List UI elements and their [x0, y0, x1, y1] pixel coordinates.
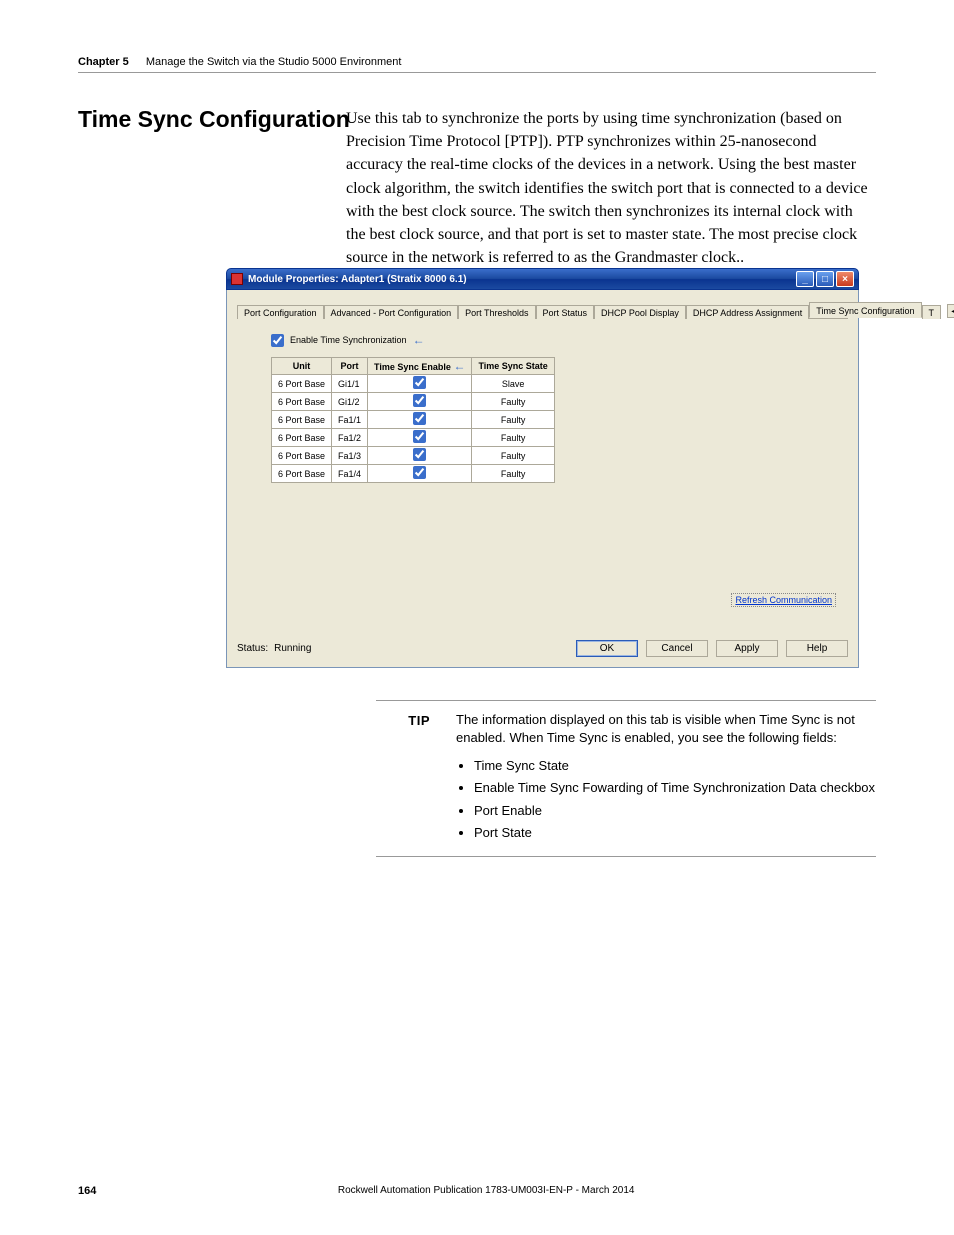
- dialog-title: Module Properties: Adapter1 (Stratix 800…: [248, 274, 796, 285]
- cell-enable: [368, 465, 472, 483]
- cell-unit: 6 Port Base: [272, 375, 332, 393]
- tab-overflow[interactable]: T: [922, 305, 942, 319]
- table-header-row: Unit Port Time Sync Enable ← Time Sync S…: [272, 358, 555, 375]
- cell-port: Gi1/1: [332, 375, 368, 393]
- tip-label: TIP: [376, 711, 430, 844]
- cell-unit: 6 Port Base: [272, 447, 332, 465]
- list-item: Enable Time Sync Fowarding of Time Synch…: [474, 777, 876, 799]
- cell-unit: 6 Port Base: [272, 429, 332, 447]
- enable-time-sync-label: Enable Time Synchronization: [290, 335, 407, 345]
- chapter-title: Manage the Switch via the Studio 5000 En…: [146, 56, 402, 68]
- tab-port-status[interactable]: Port Status: [536, 305, 595, 319]
- arrow-left-icon: ←: [413, 333, 425, 347]
- tab-scroll: ◄ ►: [947, 304, 954, 318]
- cell-unit: 6 Port Base: [272, 393, 332, 411]
- page-footer: 164 Rockwell Automation Publication 1783…: [78, 1185, 876, 1197]
- apply-button[interactable]: Apply: [716, 640, 778, 657]
- status-row: Status: Running OK Cancel Apply Help: [237, 640, 848, 657]
- enable-time-sync-checkbox[interactable]: [271, 334, 284, 347]
- table-row: 6 Port BaseFa1/4 Faulty: [272, 465, 555, 483]
- tab-scroll-left-icon[interactable]: ◄: [947, 304, 954, 318]
- time-sync-enable-checkbox[interactable]: [413, 466, 426, 479]
- app-icon: [231, 273, 243, 285]
- time-sync-enable-checkbox[interactable]: [413, 394, 426, 407]
- refresh-communication-link[interactable]: Refresh Communication: [731, 593, 836, 607]
- col-time-sync-enable: Time Sync Enable ←: [368, 358, 472, 375]
- cell-port: Fa1/3: [332, 447, 368, 465]
- cell-enable: [368, 411, 472, 429]
- tabstrip: Port Configuration Advanced - Port Confi…: [237, 298, 848, 319]
- tip-block: TIP The information displayed on this ta…: [376, 700, 876, 857]
- list-item: Port Enable: [474, 800, 876, 822]
- list-item: Port State: [474, 822, 876, 844]
- time-sync-enable-checkbox[interactable]: [413, 412, 426, 425]
- tab-dhcp-address-assignment[interactable]: DHCP Address Assignment: [686, 305, 809, 319]
- close-icon[interactable]: ×: [836, 271, 854, 287]
- cell-enable: [368, 393, 472, 411]
- table-row: 6 Port BaseGi1/1 Slave: [272, 375, 555, 393]
- table-row: 6 Port BaseFa1/3 Faulty: [272, 447, 555, 465]
- titlebar: Module Properties: Adapter1 (Stratix 800…: [226, 268, 859, 290]
- cell-state: Faulty: [472, 393, 554, 411]
- tab-port-configuration[interactable]: Port Configuration: [237, 305, 324, 319]
- time-sync-enable-checkbox[interactable]: [413, 448, 426, 461]
- section-title: Time Sync Configuration: [78, 106, 350, 133]
- arrow-left-icon: ←: [453, 359, 465, 373]
- tab-port-thresholds[interactable]: Port Thresholds: [458, 305, 535, 319]
- cell-state: Faulty: [472, 447, 554, 465]
- table-row: 6 Port BaseFa1/2 Faulty: [272, 429, 555, 447]
- table-row: 6 Port BaseGi1/2 Faulty: [272, 393, 555, 411]
- maximize-icon[interactable]: □: [816, 271, 834, 287]
- list-item: Time Sync State: [474, 755, 876, 777]
- cell-state: Faulty: [472, 465, 554, 483]
- col-unit: Unit: [272, 358, 332, 375]
- table-row: 6 Port BaseFa1/1 Faulty: [272, 411, 555, 429]
- enable-time-sync-row: Enable Time Synchronization ←: [271, 333, 848, 347]
- cell-enable: [368, 375, 472, 393]
- cancel-button[interactable]: Cancel: [646, 640, 708, 657]
- page-number: 164: [78, 1185, 96, 1197]
- tip-body: The information displayed on this tab is…: [456, 711, 876, 844]
- time-sync-enable-checkbox[interactable]: [413, 376, 426, 389]
- port-table: Unit Port Time Sync Enable ← Time Sync S…: [271, 357, 555, 483]
- cell-unit: 6 Port Base: [272, 465, 332, 483]
- tab-advanced-port-configuration[interactable]: Advanced - Port Configuration: [324, 305, 459, 319]
- tab-dhcp-pool-display[interactable]: DHCP Pool Display: [594, 305, 686, 319]
- tab-time-sync-configuration[interactable]: Time Sync Configuration: [809, 302, 921, 318]
- cell-state: Faulty: [472, 411, 554, 429]
- status-label: Status:: [237, 643, 268, 654]
- time-sync-enable-checkbox[interactable]: [413, 430, 426, 443]
- cell-state: Faulty: [472, 429, 554, 447]
- cell-state: Slave: [472, 375, 554, 393]
- help-button[interactable]: Help: [786, 640, 848, 657]
- col-time-sync-state: Time Sync State: [472, 358, 554, 375]
- chapter-label: Chapter 5: [78, 56, 129, 68]
- dialog-body: Port Configuration Advanced - Port Confi…: [226, 290, 859, 668]
- cell-port: Fa1/2: [332, 429, 368, 447]
- page-header: Chapter 5 Manage the Switch via the Stud…: [78, 56, 876, 73]
- dialog-buttons: OK Cancel Apply Help: [576, 640, 848, 657]
- cell-enable: [368, 429, 472, 447]
- body-paragraph: Use this tab to synchronize the ports by…: [346, 107, 876, 269]
- cell-port: Gi1/2: [332, 393, 368, 411]
- status-value: Running: [274, 643, 311, 654]
- cell-port: Fa1/1: [332, 411, 368, 429]
- publication-info: Rockwell Automation Publication 1783-UM0…: [96, 1185, 876, 1197]
- cell-port: Fa1/4: [332, 465, 368, 483]
- cell-unit: 6 Port Base: [272, 411, 332, 429]
- tip-text: The information displayed on this tab is…: [456, 712, 855, 745]
- tip-list: Time Sync State Enable Time Sync Fowardi…: [474, 755, 876, 843]
- ok-button[interactable]: OK: [576, 640, 638, 657]
- minimize-icon[interactable]: _: [796, 271, 814, 287]
- cell-enable: [368, 447, 472, 465]
- col-port: Port: [332, 358, 368, 375]
- module-properties-dialog: Module Properties: Adapter1 (Stratix 800…: [226, 268, 859, 668]
